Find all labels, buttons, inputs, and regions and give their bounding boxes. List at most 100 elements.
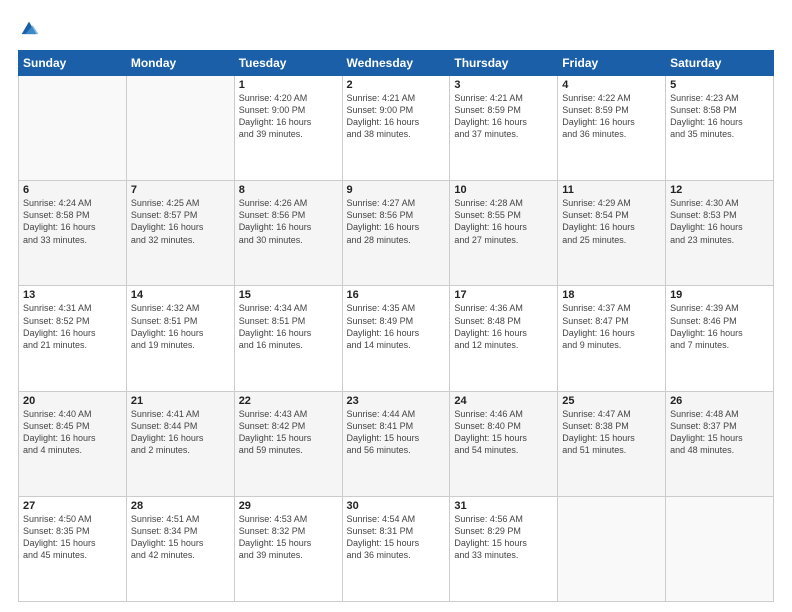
day-info: Sunrise: 4:46 AM Sunset: 8:40 PM Dayligh…	[454, 408, 553, 457]
logo-icon	[18, 18, 40, 40]
day-info: Sunrise: 4:43 AM Sunset: 8:42 PM Dayligh…	[239, 408, 338, 457]
day-info: Sunrise: 4:35 AM Sunset: 8:49 PM Dayligh…	[347, 302, 446, 351]
day-number: 27	[23, 500, 122, 512]
day-number: 31	[454, 500, 553, 512]
calendar-cell: 17Sunrise: 4:36 AM Sunset: 8:48 PM Dayli…	[450, 286, 558, 391]
calendar-header-thursday: Thursday	[450, 51, 558, 76]
calendar-header-row: SundayMondayTuesdayWednesdayThursdayFrid…	[19, 51, 774, 76]
day-info: Sunrise: 4:21 AM Sunset: 8:59 PM Dayligh…	[454, 92, 553, 141]
day-number: 29	[239, 500, 338, 512]
day-info: Sunrise: 4:34 AM Sunset: 8:51 PM Dayligh…	[239, 302, 338, 351]
day-info: Sunrise: 4:41 AM Sunset: 8:44 PM Dayligh…	[131, 408, 230, 457]
day-number: 13	[23, 289, 122, 301]
day-info: Sunrise: 4:26 AM Sunset: 8:56 PM Dayligh…	[239, 197, 338, 246]
calendar-cell: 9Sunrise: 4:27 AM Sunset: 8:56 PM Daylig…	[342, 181, 450, 286]
day-number: 17	[454, 289, 553, 301]
day-info: Sunrise: 4:50 AM Sunset: 8:35 PM Dayligh…	[23, 513, 122, 562]
calendar-cell: 31Sunrise: 4:56 AM Sunset: 8:29 PM Dayli…	[450, 496, 558, 601]
day-number: 24	[454, 395, 553, 407]
day-number: 12	[670, 184, 769, 196]
day-info: Sunrise: 4:23 AM Sunset: 8:58 PM Dayligh…	[670, 92, 769, 141]
calendar-cell: 1Sunrise: 4:20 AM Sunset: 9:00 PM Daylig…	[234, 76, 342, 181]
calendar-header-tuesday: Tuesday	[234, 51, 342, 76]
day-info: Sunrise: 4:56 AM Sunset: 8:29 PM Dayligh…	[454, 513, 553, 562]
calendar-cell: 21Sunrise: 4:41 AM Sunset: 8:44 PM Dayli…	[126, 391, 234, 496]
day-info: Sunrise: 4:27 AM Sunset: 8:56 PM Dayligh…	[347, 197, 446, 246]
day-number: 20	[23, 395, 122, 407]
day-number: 28	[131, 500, 230, 512]
day-info: Sunrise: 4:39 AM Sunset: 8:46 PM Dayligh…	[670, 302, 769, 351]
calendar-cell: 30Sunrise: 4:54 AM Sunset: 8:31 PM Dayli…	[342, 496, 450, 601]
day-info: Sunrise: 4:20 AM Sunset: 9:00 PM Dayligh…	[239, 92, 338, 141]
calendar-week-row: 27Sunrise: 4:50 AM Sunset: 8:35 PM Dayli…	[19, 496, 774, 601]
calendar-cell: 19Sunrise: 4:39 AM Sunset: 8:46 PM Dayli…	[666, 286, 774, 391]
day-number: 18	[562, 289, 661, 301]
day-info: Sunrise: 4:54 AM Sunset: 8:31 PM Dayligh…	[347, 513, 446, 562]
calendar-cell: 7Sunrise: 4:25 AM Sunset: 8:57 PM Daylig…	[126, 181, 234, 286]
calendar-cell: 16Sunrise: 4:35 AM Sunset: 8:49 PM Dayli…	[342, 286, 450, 391]
page: SundayMondayTuesdayWednesdayThursdayFrid…	[0, 0, 792, 612]
calendar-cell: 26Sunrise: 4:48 AM Sunset: 8:37 PM Dayli…	[666, 391, 774, 496]
day-info: Sunrise: 4:40 AM Sunset: 8:45 PM Dayligh…	[23, 408, 122, 457]
calendar-header-saturday: Saturday	[666, 51, 774, 76]
calendar-cell	[558, 496, 666, 601]
calendar-cell: 12Sunrise: 4:30 AM Sunset: 8:53 PM Dayli…	[666, 181, 774, 286]
calendar-table: SundayMondayTuesdayWednesdayThursdayFrid…	[18, 50, 774, 602]
day-number: 5	[670, 79, 769, 91]
day-info: Sunrise: 4:24 AM Sunset: 8:58 PM Dayligh…	[23, 197, 122, 246]
day-info: Sunrise: 4:36 AM Sunset: 8:48 PM Dayligh…	[454, 302, 553, 351]
day-number: 26	[670, 395, 769, 407]
day-number: 7	[131, 184, 230, 196]
calendar-cell: 23Sunrise: 4:44 AM Sunset: 8:41 PM Dayli…	[342, 391, 450, 496]
calendar-week-row: 1Sunrise: 4:20 AM Sunset: 9:00 PM Daylig…	[19, 76, 774, 181]
calendar-cell: 15Sunrise: 4:34 AM Sunset: 8:51 PM Dayli…	[234, 286, 342, 391]
calendar-cell: 22Sunrise: 4:43 AM Sunset: 8:42 PM Dayli…	[234, 391, 342, 496]
calendar-week-row: 13Sunrise: 4:31 AM Sunset: 8:52 PM Dayli…	[19, 286, 774, 391]
day-info: Sunrise: 4:29 AM Sunset: 8:54 PM Dayligh…	[562, 197, 661, 246]
calendar-cell: 4Sunrise: 4:22 AM Sunset: 8:59 PM Daylig…	[558, 76, 666, 181]
day-info: Sunrise: 4:51 AM Sunset: 8:34 PM Dayligh…	[131, 513, 230, 562]
calendar-cell: 2Sunrise: 4:21 AM Sunset: 9:00 PM Daylig…	[342, 76, 450, 181]
day-number: 15	[239, 289, 338, 301]
calendar-cell: 11Sunrise: 4:29 AM Sunset: 8:54 PM Dayli…	[558, 181, 666, 286]
calendar-header-wednesday: Wednesday	[342, 51, 450, 76]
day-number: 22	[239, 395, 338, 407]
calendar-header-friday: Friday	[558, 51, 666, 76]
day-number: 3	[454, 79, 553, 91]
day-number: 14	[131, 289, 230, 301]
day-number: 9	[347, 184, 446, 196]
day-info: Sunrise: 4:25 AM Sunset: 8:57 PM Dayligh…	[131, 197, 230, 246]
calendar-cell: 3Sunrise: 4:21 AM Sunset: 8:59 PM Daylig…	[450, 76, 558, 181]
day-number: 25	[562, 395, 661, 407]
header	[18, 18, 774, 40]
day-info: Sunrise: 4:21 AM Sunset: 9:00 PM Dayligh…	[347, 92, 446, 141]
calendar-cell: 10Sunrise: 4:28 AM Sunset: 8:55 PM Dayli…	[450, 181, 558, 286]
calendar-header-sunday: Sunday	[19, 51, 127, 76]
calendar-week-row: 6Sunrise: 4:24 AM Sunset: 8:58 PM Daylig…	[19, 181, 774, 286]
day-number: 11	[562, 184, 661, 196]
day-info: Sunrise: 4:48 AM Sunset: 8:37 PM Dayligh…	[670, 408, 769, 457]
calendar-cell: 20Sunrise: 4:40 AM Sunset: 8:45 PM Dayli…	[19, 391, 127, 496]
day-number: 16	[347, 289, 446, 301]
calendar-cell	[666, 496, 774, 601]
calendar-cell: 5Sunrise: 4:23 AM Sunset: 8:58 PM Daylig…	[666, 76, 774, 181]
day-info: Sunrise: 4:22 AM Sunset: 8:59 PM Dayligh…	[562, 92, 661, 141]
calendar-cell	[19, 76, 127, 181]
day-info: Sunrise: 4:47 AM Sunset: 8:38 PM Dayligh…	[562, 408, 661, 457]
calendar-cell: 13Sunrise: 4:31 AM Sunset: 8:52 PM Dayli…	[19, 286, 127, 391]
calendar-cell: 8Sunrise: 4:26 AM Sunset: 8:56 PM Daylig…	[234, 181, 342, 286]
day-info: Sunrise: 4:30 AM Sunset: 8:53 PM Dayligh…	[670, 197, 769, 246]
calendar-cell: 29Sunrise: 4:53 AM Sunset: 8:32 PM Dayli…	[234, 496, 342, 601]
logo	[18, 18, 44, 40]
day-info: Sunrise: 4:28 AM Sunset: 8:55 PM Dayligh…	[454, 197, 553, 246]
calendar-header-monday: Monday	[126, 51, 234, 76]
day-number: 23	[347, 395, 446, 407]
calendar-cell: 18Sunrise: 4:37 AM Sunset: 8:47 PM Dayli…	[558, 286, 666, 391]
calendar-cell: 28Sunrise: 4:51 AM Sunset: 8:34 PM Dayli…	[126, 496, 234, 601]
calendar-cell	[126, 76, 234, 181]
day-number: 4	[562, 79, 661, 91]
calendar-cell: 24Sunrise: 4:46 AM Sunset: 8:40 PM Dayli…	[450, 391, 558, 496]
day-info: Sunrise: 4:31 AM Sunset: 8:52 PM Dayligh…	[23, 302, 122, 351]
day-info: Sunrise: 4:44 AM Sunset: 8:41 PM Dayligh…	[347, 408, 446, 457]
day-info: Sunrise: 4:37 AM Sunset: 8:47 PM Dayligh…	[562, 302, 661, 351]
